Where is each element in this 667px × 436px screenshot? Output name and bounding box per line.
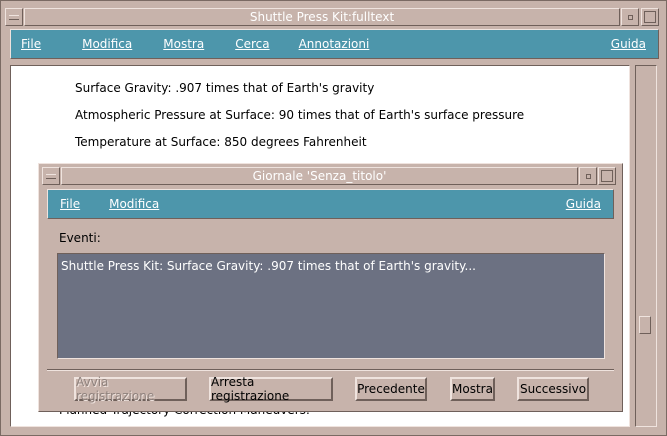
main-vertical-scrollbar[interactable] bbox=[635, 65, 657, 427]
dialog-menubar: File Modifica Guida bbox=[47, 189, 614, 219]
window-menu-button[interactable] bbox=[5, 8, 23, 26]
menu-annotazioni[interactable]: Annotazioni bbox=[285, 37, 385, 51]
dialog-title: Giornale 'Senza_titolo' bbox=[252, 169, 387, 183]
menu-cerca[interactable]: Cerca bbox=[219, 37, 284, 51]
minimize-button[interactable] bbox=[621, 8, 639, 26]
text-line-pressure: Atmospheric Pressure at Surface: 90 time… bbox=[75, 108, 525, 122]
dialog-menu-guida[interactable]: Guida bbox=[551, 197, 613, 211]
previous-button[interactable]: Precedente bbox=[355, 377, 427, 401]
dialog-menu-modifica[interactable]: Modifica bbox=[95, 197, 174, 211]
stop-recording-button[interactable]: Arresta registrazione bbox=[209, 375, 333, 403]
log-dialog: Giornale 'Senza_titolo' File Modifica Gu… bbox=[38, 163, 623, 412]
scrollbar-thumb[interactable] bbox=[639, 316, 651, 334]
text-line-gravity: Surface Gravity: .907 times that of Eart… bbox=[75, 81, 375, 95]
start-recording-button[interactable]: Avvia registrazione bbox=[74, 375, 187, 403]
main-window-title: Shuttle Press Kit:fulltext bbox=[249, 10, 395, 24]
main-menubar: File Modifica Mostra Cerca Annotazioni G… bbox=[10, 29, 659, 59]
log-entry[interactable]: Shuttle Press Kit: Surface Gravity: .907… bbox=[61, 259, 476, 273]
next-button[interactable]: Successivo bbox=[517, 377, 589, 401]
dialog-minimize-button[interactable] bbox=[579, 167, 597, 185]
dialog-menu-file[interactable]: File bbox=[48, 197, 95, 211]
text-line-temperature: Temperature at Surface: 850 degrees Fahr… bbox=[75, 135, 367, 149]
maximize-button[interactable] bbox=[641, 8, 659, 26]
menu-guida[interactable]: Guida bbox=[596, 37, 658, 51]
show-button[interactable]: Mostra bbox=[450, 377, 495, 401]
dialog-titlebar[interactable]: Giornale 'Senza_titolo' bbox=[61, 167, 578, 185]
events-log-list[interactable]: Shuttle Press Kit: Surface Gravity: .907… bbox=[57, 253, 605, 359]
menu-modifica[interactable]: Modifica bbox=[56, 37, 147, 51]
dialog-maximize-button[interactable] bbox=[598, 167, 616, 185]
main-titlebar[interactable]: Shuttle Press Kit:fulltext bbox=[24, 8, 620, 26]
menu-mostra[interactable]: Mostra bbox=[147, 37, 219, 51]
dialog-separator bbox=[47, 369, 614, 371]
events-label: Eventi: bbox=[59, 231, 101, 245]
dialog-window-menu-button[interactable] bbox=[42, 167, 60, 185]
menu-file[interactable]: File bbox=[11, 37, 56, 51]
